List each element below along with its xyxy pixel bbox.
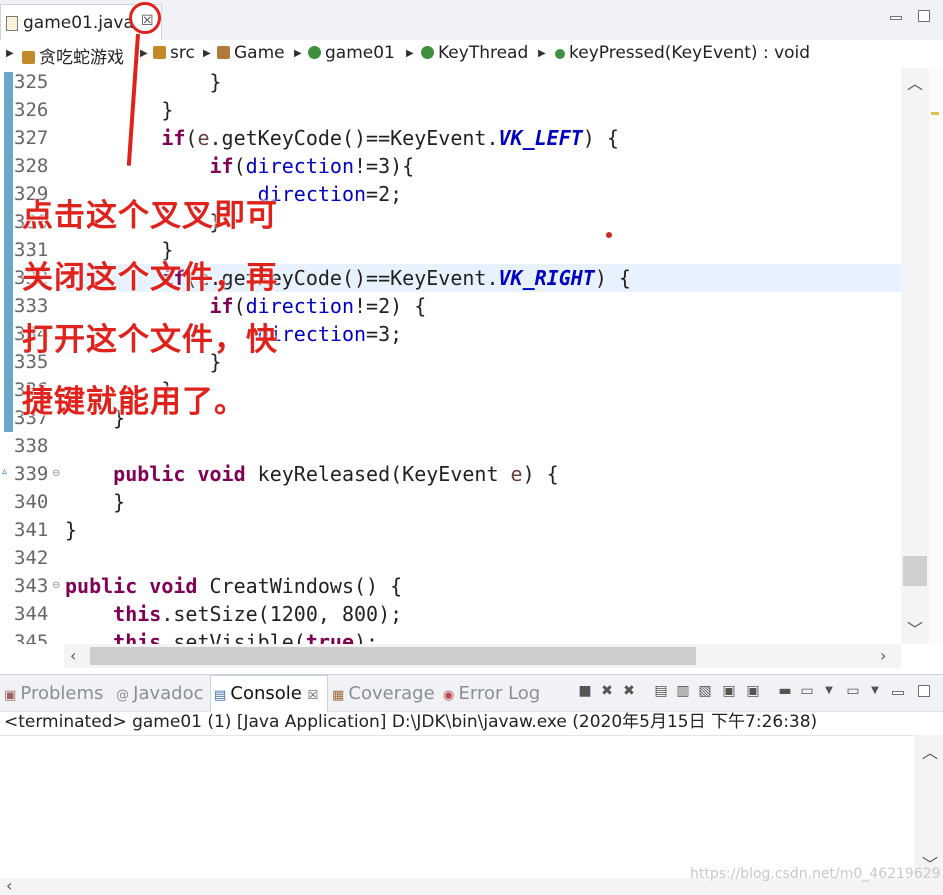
code-line[interactable]: this.setVisible(true); xyxy=(65,628,378,644)
line-number: 339 xyxy=(14,463,49,485)
line-number: 341 xyxy=(14,519,49,541)
remove-all-terminated-icon[interactable]: ✖ xyxy=(622,684,636,698)
code-line[interactable]: if(direction!=3){ xyxy=(65,152,415,180)
code-line[interactable]: } xyxy=(65,488,125,516)
scroll-up-icon[interactable]: ︿ xyxy=(907,70,923,94)
annotation-circle xyxy=(129,2,161,34)
overview-marker[interactable] xyxy=(931,112,939,115)
horizontal-scroll-thumb[interactable] xyxy=(90,647,696,665)
annotation-text-line: 关闭这个文件，再 xyxy=(22,260,278,296)
source-folder-icon xyxy=(153,46,166,59)
console-tab-close-icon[interactable]: ☒ xyxy=(308,688,319,702)
fold-toggle-icon[interactable]: ⊖ xyxy=(52,580,60,591)
breadcrumb-separator-icon: ▶ xyxy=(406,48,414,59)
line-number: 343 xyxy=(14,575,49,597)
coverage-icon: ▦ xyxy=(332,688,349,703)
editor-tab-label: game01.java xyxy=(23,13,134,33)
code-line[interactable]: if(e.getKeyCode()==KeyEvent.VK_LEFT) { xyxy=(65,124,619,152)
line-number: 338 xyxy=(14,435,49,457)
code-line[interactable]: } xyxy=(65,68,221,96)
change-marker-bar xyxy=(4,72,13,432)
java-file-icon xyxy=(6,16,18,31)
code-line[interactable]: this.setSize(1200, 800); xyxy=(65,600,402,628)
breadcrumb-item-project[interactable]: 贪吃蛇游戏 xyxy=(22,43,124,68)
breadcrumb-separator-icon: ▶ xyxy=(538,48,546,59)
annotation-text-line: 捷键就能用了。 xyxy=(22,384,246,420)
breadcrumb-item-src[interactable]: src xyxy=(153,43,195,63)
view-tab-bar: ▣ Problems @ Javadoc ▤ Console ☒ ▦ Cover… xyxy=(0,674,943,712)
line-number: 342 xyxy=(14,547,49,569)
console-vertical-scrollbar[interactable]: ︿ ﹀ xyxy=(914,735,943,878)
terminate-icon[interactable]: ■ xyxy=(578,684,592,698)
scroll-thumb[interactable] xyxy=(903,556,927,586)
javadoc-icon: @ xyxy=(116,688,134,703)
view-maximize-icon[interactable] xyxy=(918,685,930,697)
tab-error-log[interactable]: ◉ Error Log xyxy=(443,683,540,704)
line-number: 340 xyxy=(14,491,49,513)
show-on-stderr-icon[interactable]: ▣ xyxy=(746,684,760,698)
scroll-lock-icon[interactable]: ▥ xyxy=(676,684,690,698)
show-on-stdout-icon[interactable]: ▣ xyxy=(722,684,736,698)
breadcrumb-item-inner-class[interactable]: KeyThread xyxy=(421,43,528,63)
package-icon xyxy=(217,46,230,59)
breadcrumb-item-method[interactable]: keyPressed(KeyEvent) : void xyxy=(555,43,810,63)
open-console-dropdown-icon[interactable]: ▼ xyxy=(868,684,882,698)
editor-horizontal-scrollbar[interactable]: ‹ › xyxy=(64,644,901,668)
class-icon xyxy=(308,46,321,59)
cursor-dot xyxy=(606,232,612,238)
console-scroll-left-icon[interactable]: ‹ xyxy=(6,876,12,895)
line-number: 326 xyxy=(14,99,49,121)
console-scroll-up-icon[interactable]: ︿ xyxy=(922,739,938,763)
code-line[interactable]: } xyxy=(65,516,77,544)
breadcrumb: ▶ 贪吃蛇游戏 ▶ src ▶ Game ▶ game01 ▶ KeyThrea… xyxy=(0,40,943,68)
code-line[interactable]: public void CreatWindows() { xyxy=(65,572,402,600)
breadcrumb-item-class[interactable]: game01 xyxy=(308,43,395,63)
line-number: 344 xyxy=(14,603,49,625)
error-log-icon: ◉ xyxy=(443,688,459,703)
remove-launch-icon[interactable]: ✖ xyxy=(600,684,614,698)
breadcrumb-separator-icon: ▶ xyxy=(203,48,211,59)
breadcrumb-item-package[interactable]: Game xyxy=(217,43,285,63)
problems-icon: ▣ xyxy=(4,688,21,703)
line-number: 325 xyxy=(14,71,49,93)
scroll-left-icon[interactable]: ‹ xyxy=(70,646,76,665)
scroll-down-icon[interactable]: ﹀ xyxy=(907,616,923,640)
overview-ruler[interactable] xyxy=(929,68,943,644)
annotation-text-line: 打开这个文件，快 xyxy=(22,322,278,358)
project-icon xyxy=(22,51,35,64)
view-minimize-icon[interactable] xyxy=(892,691,904,695)
fold-toggle-icon[interactable]: ⊖ xyxy=(52,468,60,479)
override-marker-icon[interactable]: ▵ xyxy=(2,466,7,477)
inner-class-icon xyxy=(421,46,434,59)
code-line[interactable]: public void keyReleased(KeyEvent e) { xyxy=(65,460,559,488)
annotation-text-line: 点击这个叉叉即可 xyxy=(22,198,278,234)
display-console-icon[interactable]: ▭ xyxy=(800,684,814,698)
breadcrumb-separator-icon: ▶ xyxy=(294,48,302,59)
tab-coverage[interactable]: ▦ Coverage xyxy=(332,683,435,704)
console-process-label: <terminated> game01 (1) [Java Applicatio… xyxy=(4,712,818,732)
breadcrumb-separator-icon: ▶ xyxy=(140,48,148,59)
code-line[interactable]: } xyxy=(65,96,173,124)
console-output[interactable] xyxy=(0,735,914,879)
word-wrap-icon[interactable]: ▧ xyxy=(698,684,712,698)
tab-problems[interactable]: ▣ Problems xyxy=(4,683,103,704)
clear-console-icon[interactable]: ▤ xyxy=(654,684,668,698)
editor-vertical-scrollbar[interactable]: ︿ ﹀ xyxy=(901,68,929,644)
method-icon xyxy=(555,49,565,59)
scroll-right-icon[interactable]: › xyxy=(880,646,886,665)
open-console-icon[interactable]: ▭ xyxy=(846,684,860,698)
display-console-dropdown-icon[interactable]: ▼ xyxy=(822,684,836,698)
pin-console-icon[interactable]: ▬ xyxy=(778,684,792,698)
breadcrumb-chevron-icon[interactable]: ▶ xyxy=(6,48,14,59)
tab-javadoc[interactable]: @ Javadoc xyxy=(116,683,204,704)
line-number: 327 xyxy=(14,127,49,149)
watermark: https://blog.csdn.net/m0_46219629 xyxy=(690,866,941,882)
minimize-icon[interactable] xyxy=(890,16,902,20)
line-number: 345 xyxy=(14,631,49,644)
tab-console[interactable]: ▤ Console ☒ xyxy=(214,683,318,704)
maximize-icon[interactable] xyxy=(918,10,930,22)
console-icon: ▤ xyxy=(214,688,231,703)
line-number: 328 xyxy=(14,155,49,177)
